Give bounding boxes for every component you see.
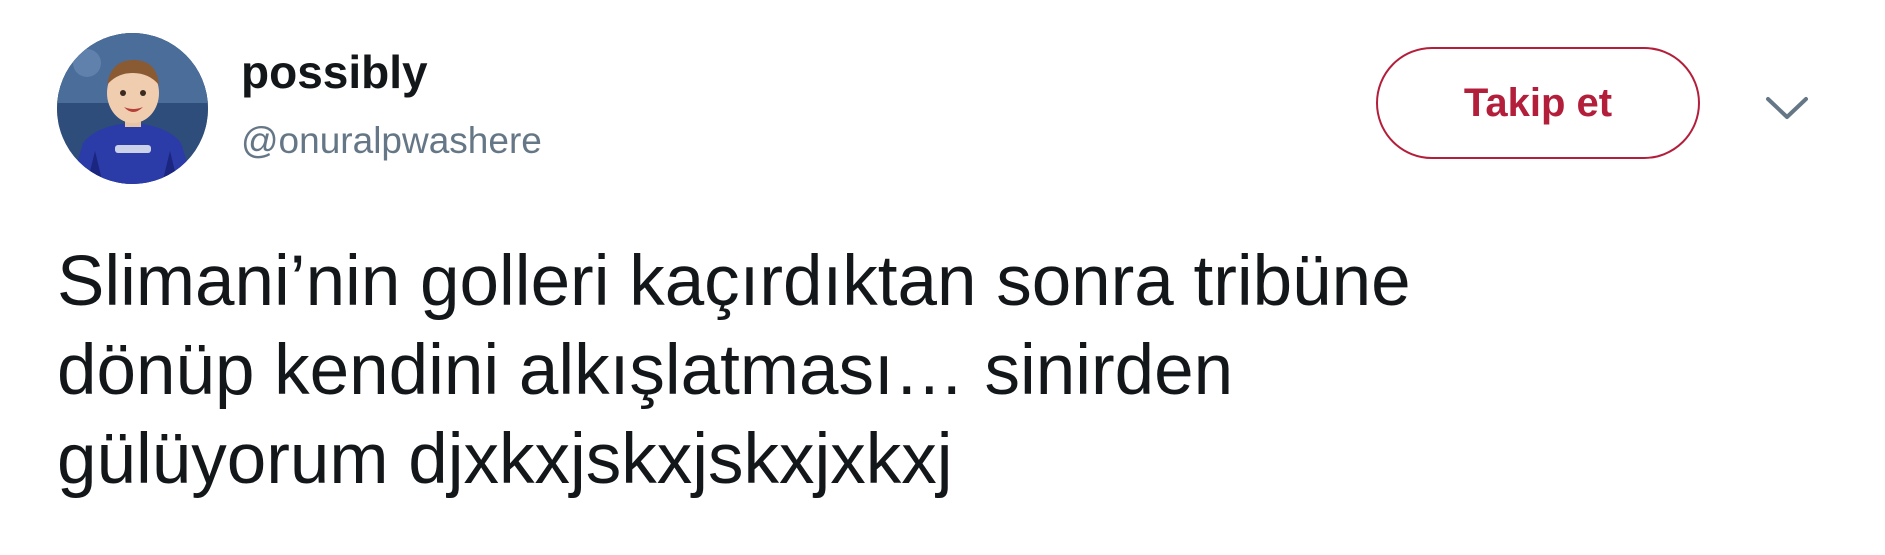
avatar-image [57, 33, 208, 184]
tweet-text-line: dönüp kendini alkışlatması… sinirden [57, 331, 1234, 410]
avatar[interactable] [57, 33, 208, 184]
author-handle[interactable]: @onuralpwashere [241, 118, 542, 164]
author-display-name[interactable]: possibly [241, 44, 428, 100]
tweet-text-line: gülüyorum djxkxjskxjskxjxkxj [57, 420, 953, 499]
tweet-text: Slimani’nin golleri kaçırdıktan sonra tr… [57, 237, 1837, 504]
tweet-card: possibly @onuralpwashere Takip et Sliman… [0, 0, 1885, 555]
follow-button[interactable]: Takip et [1376, 47, 1700, 159]
chevron-down-icon[interactable] [1765, 96, 1809, 122]
tweet-text-line: Slimani’nin golleri kaçırdıktan sonra tr… [57, 242, 1411, 321]
